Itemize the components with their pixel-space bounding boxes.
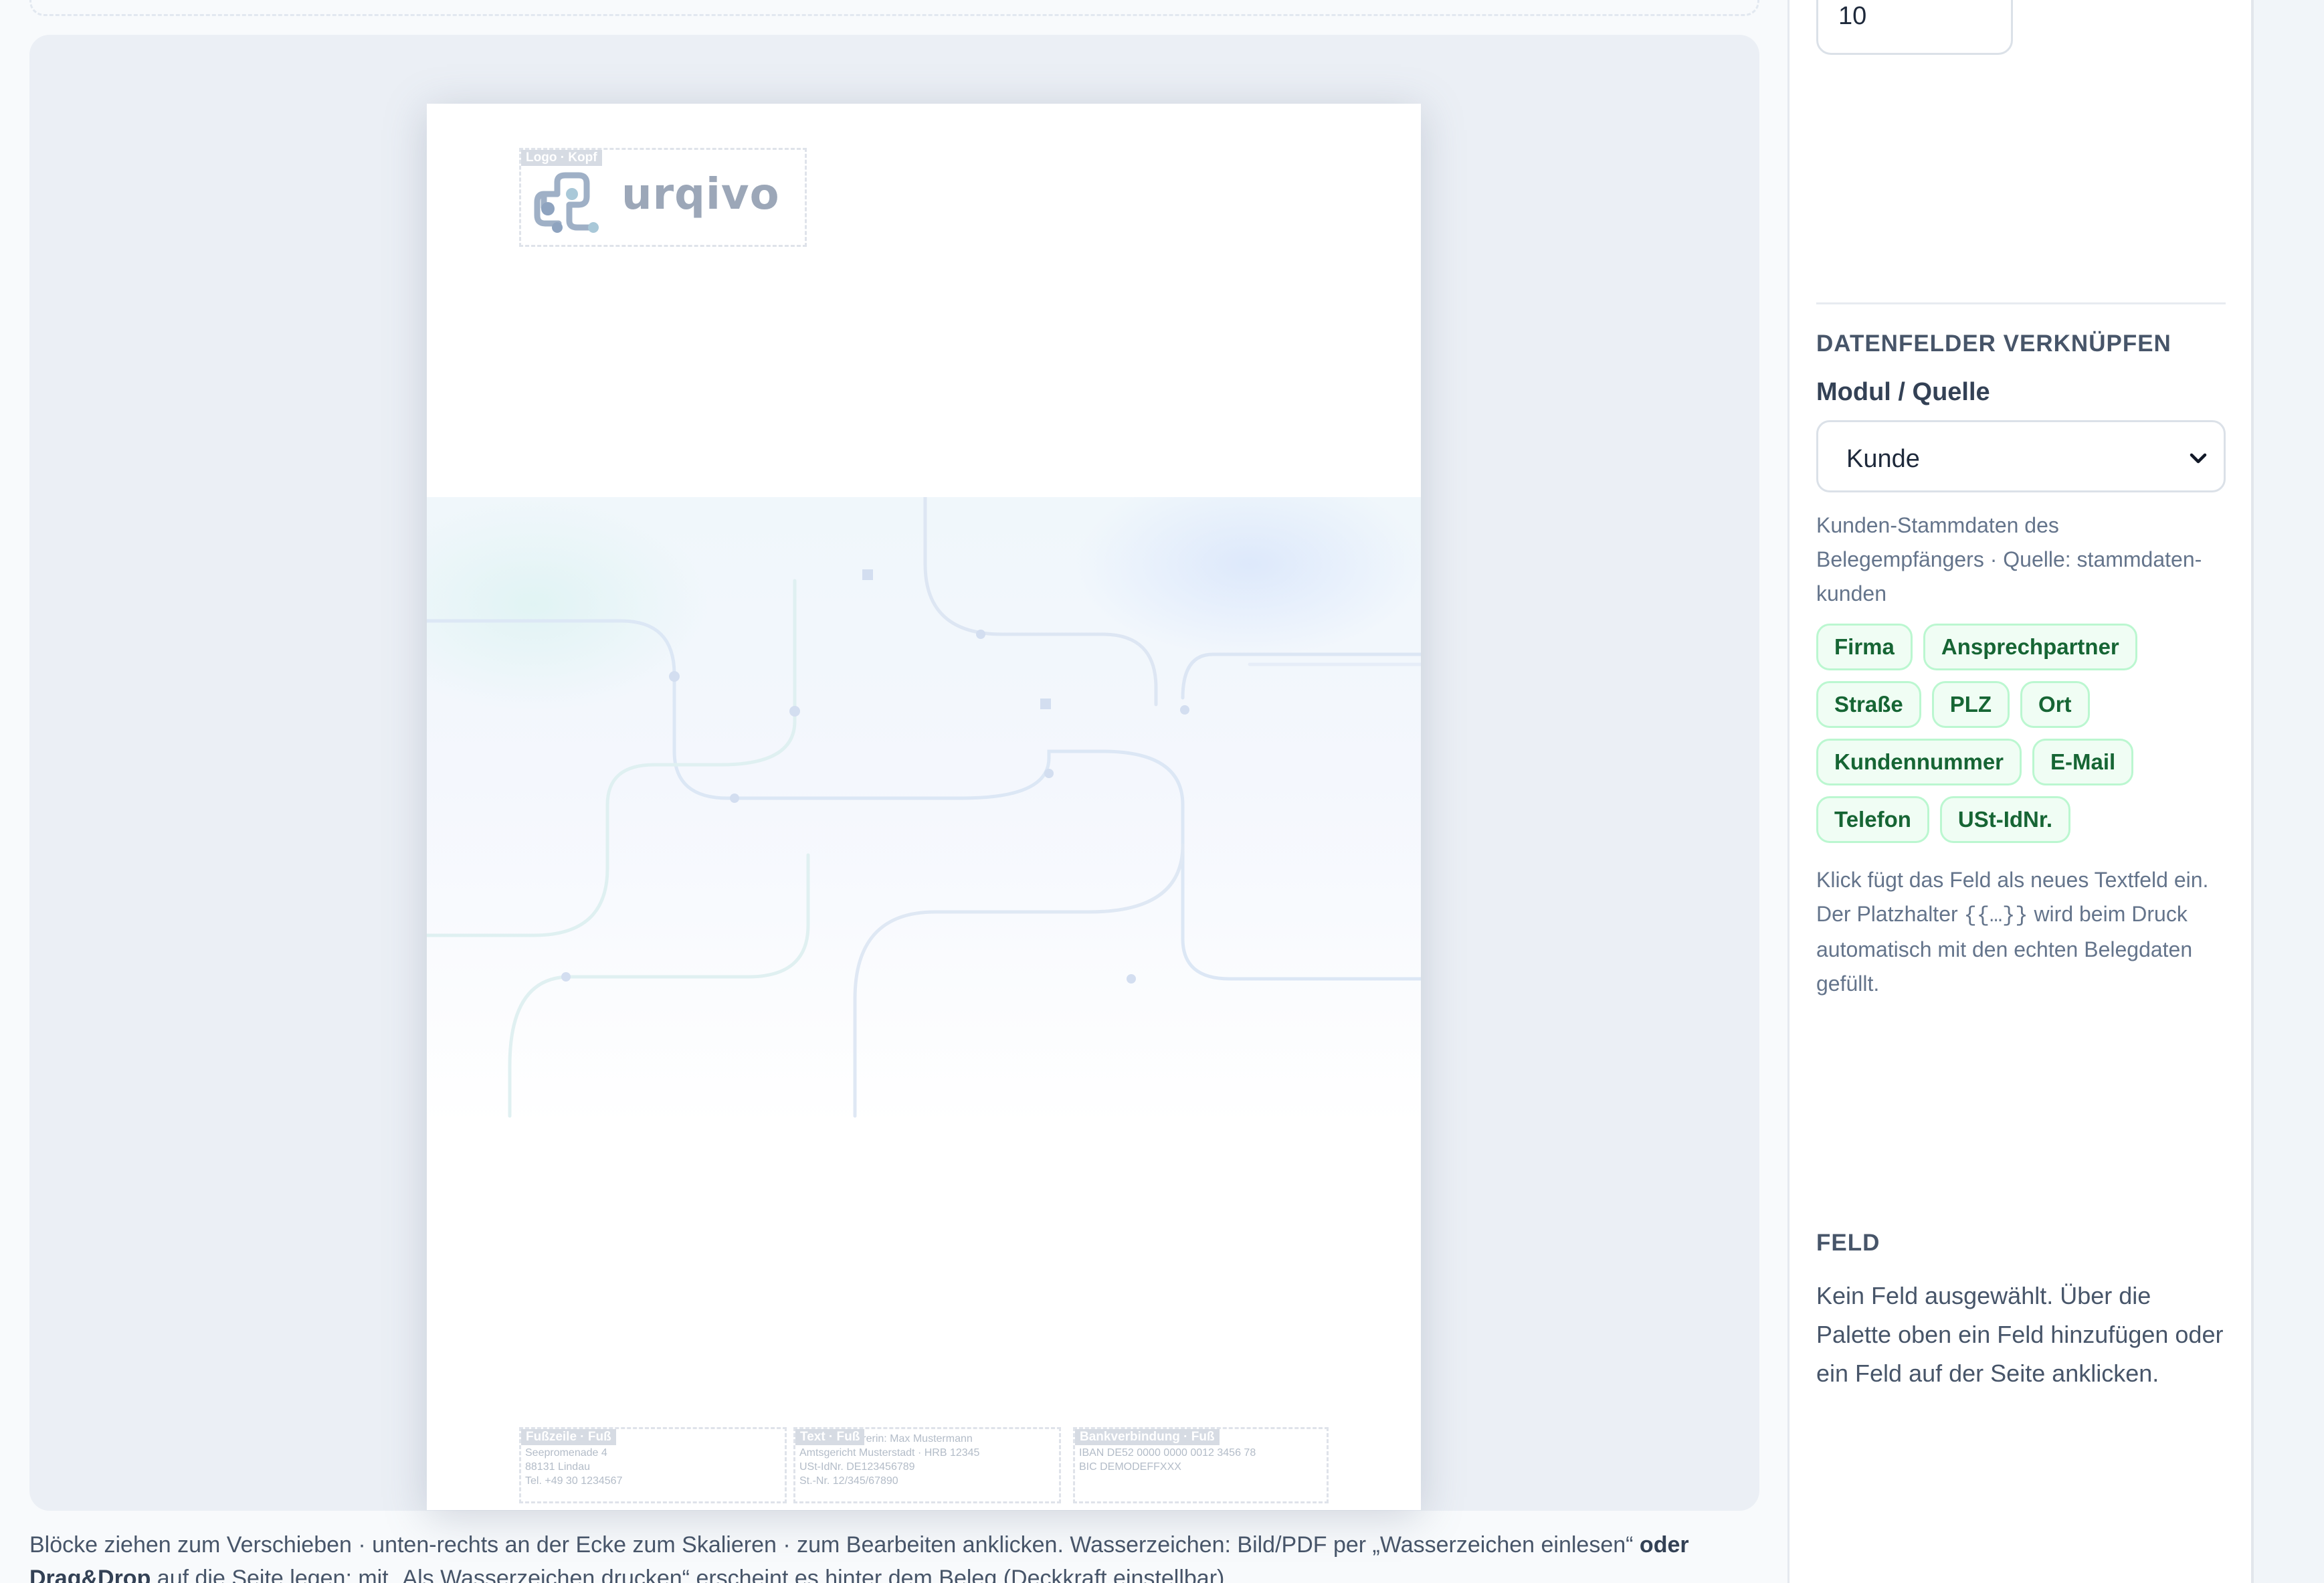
insert-field-hint: Klick fügt das Feld als neues Textfeld e… [1816,863,2226,1001]
field-empty-state: Kein Feld ausgewählt. Über die Palette o… [1816,1282,2224,1387]
chip-ansprechpartner[interactable]: Ansprechpartner [1923,624,2137,670]
data-field-chips: Firma Ansprechpartner Straße PLZ Ort Kun… [1816,624,2231,843]
footer-line: Tel. +49 30 1234567 [525,1475,623,1487]
logo-header-block[interactable]: Logo · Kopf urqivo [519,148,807,247]
chip-plz[interactable]: PLZ [1931,681,2010,728]
chip-ort[interactable]: Ort [2020,681,2090,728]
help-text-part: Blöcke ziehen zum Verschieben · unten-re… [29,1532,1640,1558]
footer-line: St.-Nr. 12/345/67890 [799,1475,898,1487]
help-text-part: auf die Seite legen; mit „Als Wasserzeic… [151,1566,1231,1583]
brand-name: urqivo [621,170,780,219]
block-tag-footer: Fußzeile · Fuß [521,1429,616,1445]
block-tag-text: Text · Fuß [795,1429,865,1445]
chevron-down-icon [2190,453,2207,464]
placeholder-token: {{…}} [1963,903,2028,928]
chip-strasse[interactable]: Straße [1816,681,1921,728]
upper-drop-zone [29,0,1759,16]
section-divider [1816,302,2226,304]
chip-email[interactable]: E-Mail [2032,739,2134,785]
circuit-watermark-graphic [427,497,1421,1118]
source-select-value: Kunde [1846,445,1920,473]
footer-line: Seepromenade 4 [525,1447,607,1459]
outer-margin [2254,0,2324,1583]
watermark-image [427,497,1421,1126]
footer-line: USt-IdNr. DE123456789 [799,1461,915,1473]
footer-line: IBAN DE52 0000 0000 0012 3456 78 [1079,1447,1256,1459]
chip-telefon[interactable]: Telefon [1816,796,1929,843]
footer-line: BIC DEMODEFFXXX [1079,1461,1181,1473]
section-title-link-fields: DATENFELDER VERKNÜPFEN [1816,331,2171,357]
source-label: Modul / Quelle [1816,378,1990,406]
number-input[interactable]: 10 [1816,0,2013,55]
brand-logo-icon [534,172,599,233]
canvas-stage: Logo · Kopf urqivo Muster GmbH Seepromen… [29,35,1759,1511]
letterhead-page[interactable]: Logo · Kopf urqivo Muster GmbH Seepromen… [427,104,1421,1510]
chip-ust-idnr[interactable]: USt-IdNr. [1939,796,2071,843]
footer-line: Amtsgericht Musterstadt · HRB 12345 [799,1447,980,1459]
source-description: Kunden-Stammdaten des Belegempfängers · … [1816,513,2202,606]
source-select[interactable]: Kunde [1816,420,2226,492]
footer-bank-block[interactable]: Seetalbank IBAN DE52 0000 0000 0012 3456… [1073,1427,1329,1503]
chip-firma[interactable]: Firma [1816,624,1913,670]
footer-line: 88131 Lindau [525,1461,590,1473]
chip-kundennummer[interactable]: Kundennummer [1816,739,2022,785]
section-title-field: FELD [1816,1230,1880,1256]
block-tag-logo: Logo · Kopf [521,150,602,166]
footer-company-block[interactable]: Muster GmbH Seepromenade 4 88131 Lindau … [519,1427,787,1503]
block-tag-bank: Bankverbindung · Fuß [1075,1429,1220,1445]
editor-help-text: Blöcke ziehen zum Verschieben · unten-re… [29,1528,1742,1583]
footer-text-block[interactable]: Geschäftsführerin: Max Mustermann Amtsge… [793,1427,1061,1503]
